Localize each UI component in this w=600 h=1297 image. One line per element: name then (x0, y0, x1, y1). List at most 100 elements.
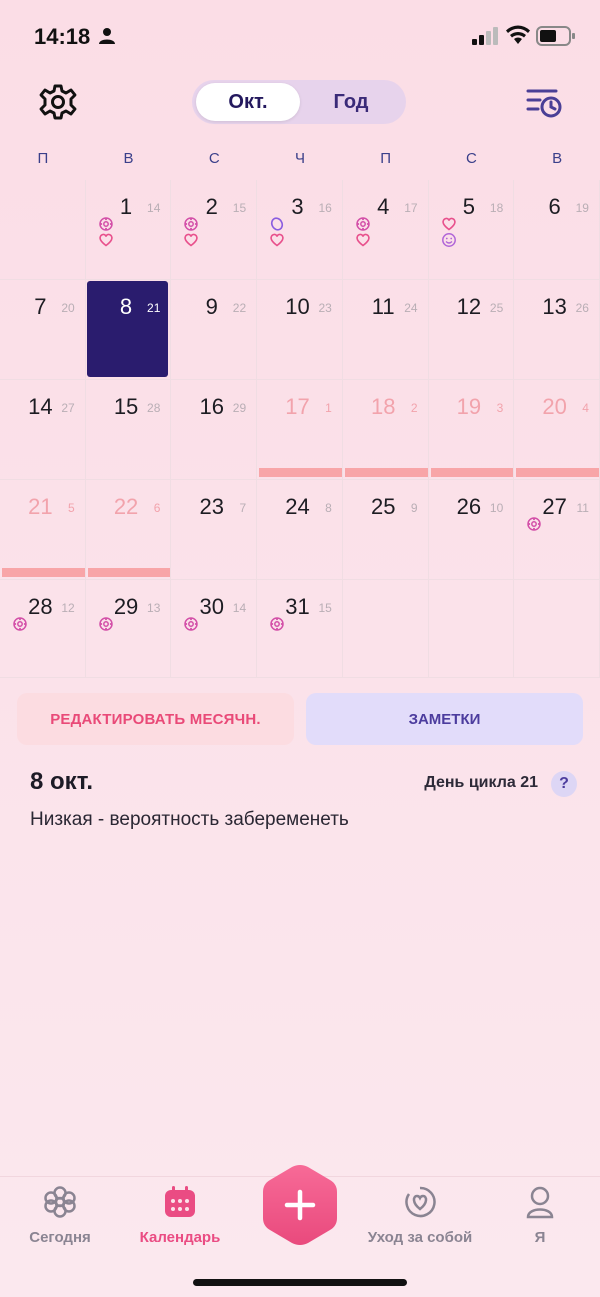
cycle-day-number: 20 (61, 301, 75, 315)
cycle-day-number: 22 (232, 301, 247, 315)
predicted-period-bar (2, 568, 85, 577)
calendar-day-cell[interactable]: 5 18 (428, 180, 515, 280)
empty-cell (428, 580, 515, 678)
calendar-icon (165, 1186, 195, 1217)
empty-cell (342, 580, 429, 678)
toggle-month[interactable]: Окт. (196, 83, 300, 121)
weekday-label: Ч (294, 150, 305, 167)
view-toggle: Окт. Год (192, 80, 406, 124)
weekday-label: В (123, 150, 134, 167)
cycle-day-number: 8 (325, 501, 332, 515)
add-button[interactable] (262, 1164, 338, 1246)
calendar-day-cell[interactable]: 22 6 (85, 480, 172, 580)
calendar-day-cell[interactable]: 215 (171, 180, 258, 280)
cycle-day-number: 13 (147, 601, 161, 615)
nav-today[interactable]: Сегодня (0, 1177, 120, 1257)
gear-icon[interactable] (38, 82, 78, 122)
cycle-day-number: 10 (489, 501, 504, 515)
cycle-day-number: 28 (147, 401, 161, 415)
predicted-period-bar (516, 468, 599, 477)
calendar-day-cell[interactable]: 25 9 (342, 480, 429, 580)
predicted-period-bar (87, 568, 171, 577)
cycle-day-label: День цикла 21 (424, 774, 538, 791)
calendar-day-cell[interactable]: 26 10 (428, 480, 515, 580)
predicted-period-bar (344, 468, 428, 477)
heart-icon (183, 232, 199, 252)
calendar-day-cell[interactable]: 19 3 (428, 380, 515, 480)
weekday-label: П (380, 150, 392, 167)
calendar-day-cell[interactable]: 18 2 (342, 380, 429, 480)
flower-outline-icon (44, 1186, 76, 1218)
calendar-day-cell[interactable]: 31 15 (257, 580, 343, 678)
weekday-label: П (37, 150, 49, 167)
weekday-label: С (465, 150, 477, 167)
nav-calendar[interactable]: Календарь (120, 1177, 240, 1257)
weekday-label: С (208, 150, 220, 167)
nav-self-care[interactable]: Уход за собой (360, 1177, 480, 1257)
cycle-day-number: 26 (575, 301, 589, 315)
weekday-header: П В С Ч П С В (0, 150, 600, 172)
calendar-day-cell[interactable]: 23 7 (171, 480, 258, 580)
calendar-day-cell[interactable]: 15 28 (85, 380, 172, 480)
calendar-day-cell[interactable]: 16 29 (171, 380, 258, 480)
status-time: 14:18 (34, 24, 91, 49)
cycle-day-number: 11 (576, 501, 589, 515)
calendar-day-cell[interactable]: 3 16 (257, 180, 343, 280)
calendar-day-cell[interactable]: 27 11 (514, 480, 600, 580)
calendar-day-cell[interactable]: 4 17 (342, 180, 429, 280)
calendar-day-cell[interactable]: 215 (0, 480, 86, 580)
selected-date: 8 окт. (30, 768, 93, 795)
cycle-day-number: 17 (404, 201, 418, 215)
calendar-day-cell[interactable]: 24 8 (257, 480, 343, 580)
history-list-icon[interactable] (524, 86, 564, 120)
cycle-day-number: 24 (404, 301, 418, 315)
nav-me[interactable]: Я (480, 1177, 600, 1257)
toggle-year[interactable]: Год (300, 83, 402, 121)
calendar-day-cell[interactable]: 20 4 (514, 380, 600, 480)
cycle-day-number: 12 (61, 601, 75, 615)
calendar-day-cell[interactable]: 28 12 (0, 580, 86, 678)
cycle-day-number: 2 (410, 401, 418, 415)
weekday-label: В (552, 150, 563, 167)
heart-icon (269, 232, 285, 252)
cycle-day-number: 5 (68, 501, 75, 515)
empty-cell (514, 580, 600, 678)
status-bar: 14:18 (0, 0, 600, 70)
cycle-day-number: 9 (410, 501, 418, 515)
nav-today-label: Сегодня (29, 1229, 91, 1246)
calendar-day-cell[interactable]: 10 23 (257, 280, 343, 380)
cycle-day-number: 25 (489, 301, 504, 315)
cycle-day-number: 15 (232, 201, 247, 215)
edit-period-button[interactable]: РЕДАКТИРОВАТЬ МЕСЯЧН. (17, 693, 294, 745)
predicted-period-bar (430, 468, 514, 477)
calendar-day-cell[interactable]: 17 1 (257, 380, 343, 480)
calendar-day-cell[interactable]: 12 25 (428, 280, 515, 380)
calendar-day-cell[interactable]: 6 19 (514, 180, 600, 280)
calendar-day-cell[interactable]: 30 14 (171, 580, 258, 678)
calendar-day-cell[interactable]: 1 14 (85, 180, 172, 280)
calendar-day-cell[interactable]: 7 20 (0, 280, 86, 380)
flower-icon (12, 616, 28, 637)
calendar-day-cell[interactable]: 8 21 (85, 280, 172, 380)
cycle-day-number: 1 (325, 401, 332, 415)
calendar-day-cell[interactable]: 13 26 (514, 280, 600, 380)
calendar-day-cell[interactable]: 29 13 (85, 580, 172, 678)
calendar-day-cell[interactable]: 14 27 (0, 380, 86, 480)
cycle-day-number: 3 (496, 401, 504, 415)
flower-icon (98, 616, 114, 637)
cycle-day-number: 29 (232, 401, 247, 415)
calendar-grid: 1 14 2 15 3 16 4 17 5 18 6 19 7 20 8 21 9 22 10 23 11 24 12 25 1… (0, 180, 600, 678)
help-button[interactable]: ? (551, 771, 577, 797)
home-indicator (193, 1279, 407, 1286)
calendar-day-cell[interactable]: 11 24 (342, 280, 429, 380)
flower-icon (526, 516, 542, 537)
battery-icon (536, 26, 575, 46)
cycle-day-number: 15 (318, 601, 332, 615)
person-icon (99, 28, 115, 44)
flower-icon (269, 616, 285, 637)
empty-cell (0, 180, 86, 280)
notes-button[interactable]: ЗАМЕТКИ (306, 693, 583, 745)
calendar-day-cell[interactable]: 9 22 (171, 280, 258, 380)
cycle-day-number: 14 (232, 601, 247, 615)
smile-icon (441, 232, 457, 253)
